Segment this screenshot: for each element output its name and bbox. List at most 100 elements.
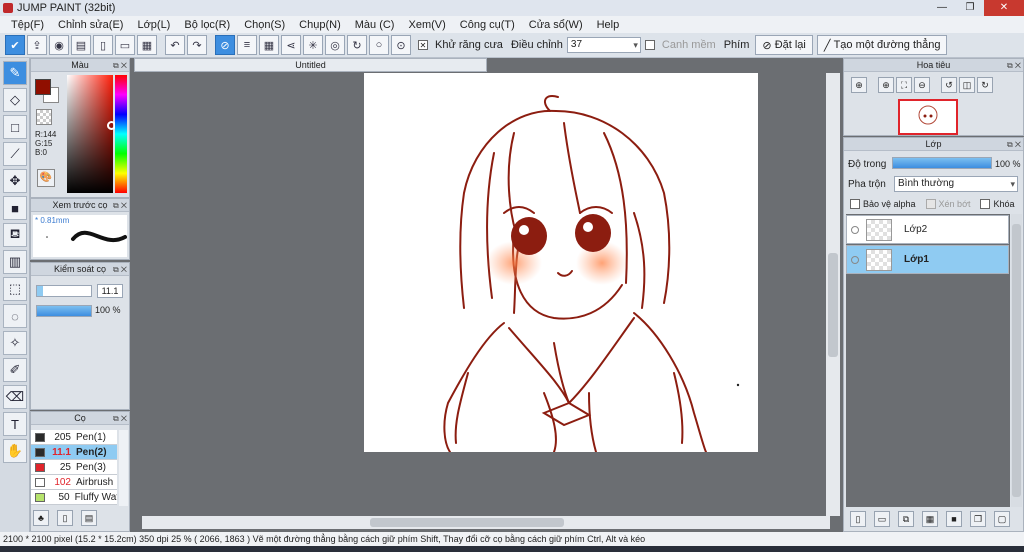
circle-icon[interactable]: ○ <box>369 35 389 55</box>
brush-tool-icon[interactable]: ✎ <box>3 61 27 85</box>
layer-scroll-thumb[interactable] <box>1012 224 1021 497</box>
delete-layer-icon[interactable]: ▢ <box>994 511 1010 527</box>
brush-size-slider[interactable] <box>36 285 92 297</box>
panel-buttons[interactable]: ⧉ ✕ <box>1007 59 1021 72</box>
menu-file[interactable]: Tệp(F) <box>4 19 51 31</box>
grid-settings-icon[interactable]: ▦ <box>137 35 157 55</box>
antialias-checkbox[interactable] <box>418 40 428 50</box>
smooth-checkbox[interactable] <box>644 40 655 50</box>
brush-item-pen3[interactable]: 25 Pen(3) <box>31 460 117 475</box>
line-tool-icon[interactable]: ⟋ <box>3 142 27 166</box>
hue-slider[interactable] <box>115 75 127 193</box>
settings-circle-icon[interactable]: ⊙ <box>391 35 411 55</box>
menu-help[interactable]: Help <box>590 19 627 31</box>
new-layer-folder-icon[interactable]: ▭ <box>874 511 890 527</box>
blend-mode-select[interactable]: Bình thường <box>894 176 1018 192</box>
minimize-icon[interactable]: — <box>928 0 956 16</box>
brush-item-airbrush[interactable]: 102 Airbrush <box>31 475 117 490</box>
panel-buttons[interactable]: ⧉ ✕ <box>113 199 127 212</box>
cloud-icon[interactable]: ✔ <box>5 35 25 55</box>
eraser-tool-icon[interactable]: ◇ <box>3 88 27 112</box>
lock-checkbox[interactable] <box>980 199 991 209</box>
layer-visibility-icon[interactable] <box>851 255 859 264</box>
navigator-thumbnail[interactable] <box>898 99 958 135</box>
canvas-vertical-scrollbar[interactable] <box>826 73 840 516</box>
saturation-value-box[interactable] <box>67 75 113 193</box>
copy-layer-icon[interactable]: ⧉ <box>898 511 914 527</box>
protect-alpha-checkbox[interactable] <box>850 199 860 209</box>
hand-tool-icon[interactable]: ✋ <box>3 439 27 463</box>
drawing-canvas[interactable] <box>364 73 758 452</box>
layer-opacity-slider[interactable] <box>892 157 992 169</box>
menu-select[interactable]: Chọn(S) <box>237 19 292 31</box>
rectangle-select-icon[interactable]: □ <box>3 115 27 139</box>
snap-off-icon[interactable]: ⊘ <box>215 35 235 55</box>
magic-wand-icon[interactable]: ✧ <box>3 331 27 355</box>
menu-edit[interactable]: Chỉnh sửa(E) <box>51 19 130 31</box>
canvas-horizontal-scrollbar[interactable] <box>142 516 830 529</box>
select-pen-icon[interactable]: ✐ <box>3 358 27 382</box>
reset-view-icon[interactable]: ◫ <box>959 77 975 93</box>
redo-icon[interactable]: ↷ <box>187 35 207 55</box>
new-layer-icon[interactable]: ▯ <box>850 511 866 527</box>
perspective-icon[interactable]: ⋖ <box>281 35 301 55</box>
close-icon[interactable]: ✕ <box>984 0 1024 16</box>
adjust-combo[interactable]: 37 <box>566 37 641 53</box>
brush-opacity-slider[interactable] <box>36 305 92 317</box>
marquee-icon[interactable]: ⬚ <box>3 277 27 301</box>
concentric-icon[interactable]: ◎ <box>325 35 345 55</box>
panel-buttons[interactable]: ⧉ ✕ <box>1007 138 1021 151</box>
main-color-swatch[interactable] <box>35 79 51 95</box>
new-brush-icon[interactable]: ▯ <box>57 510 73 526</box>
grid-snap-icon[interactable]: ▦ <box>259 35 279 55</box>
menu-color[interactable]: Màu (C) <box>348 19 402 31</box>
document-tab[interactable]: Untitled <box>134 58 487 72</box>
panel-buttons[interactable]: ⧉ ✕ <box>113 263 127 276</box>
menu-window[interactable]: Cửa sổ(W) <box>522 19 590 31</box>
layer-list-scrollbar[interactable] <box>1011 214 1022 507</box>
brush-tree-icon[interactable]: ♣ <box>33 510 49 526</box>
text-box-icon[interactable]: ▤ <box>71 35 91 55</box>
panel-buttons[interactable]: ⧉ ✕ <box>113 412 127 425</box>
move-tool-icon[interactable]: ✥ <box>3 169 27 193</box>
palette-icon[interactable]: 🎨 <box>37 169 55 187</box>
menu-capture[interactable]: Chụp(N) <box>292 19 348 31</box>
lasso-icon[interactable]: ◌ <box>3 304 27 328</box>
undo-icon[interactable]: ↶ <box>165 35 185 55</box>
menu-view[interactable]: Xem(V) <box>401 19 452 31</box>
text-tool-icon[interactable]: T <box>3 412 27 436</box>
zoom-in-icon[interactable]: ⊕ <box>878 77 894 93</box>
vertical-scroll-thumb[interactable] <box>828 253 838 357</box>
layer-row[interactable]: Lớp2 <box>846 215 1009 244</box>
page-icon[interactable]: ▭ <box>115 35 135 55</box>
maximize-icon[interactable]: ❐ <box>956 0 984 16</box>
horizontal-scroll-thumb[interactable] <box>370 518 564 527</box>
menu-tools[interactable]: Công cụ(T) <box>453 19 522 31</box>
layer-visibility-icon[interactable] <box>851 225 859 234</box>
brush-menu-icon[interactable]: ▤ <box>81 510 97 526</box>
rotate-left-icon[interactable]: ↺ <box>941 77 957 93</box>
transparent-swatch[interactable] <box>36 109 52 125</box>
brush-item-pen1[interactable]: 205 Pen(1) <box>31 430 117 445</box>
straight-line-button[interactable]: ╱ Tạo một đường thẳng <box>816 35 948 55</box>
layer-row[interactable]: Lớp1 <box>846 245 1009 274</box>
export-icon[interactable]: ⇪ <box>27 35 47 55</box>
fill-rect-icon[interactable]: ■ <box>3 196 27 220</box>
comment-icon[interactable]: ◉ <box>49 35 69 55</box>
rotate-right-icon[interactable]: ↻ <box>977 77 993 93</box>
brush-item-fluffy[interactable]: 50 Fluffy Wat <box>31 490 117 505</box>
radial-icon[interactable]: ✳ <box>303 35 323 55</box>
reset-button[interactable]: ⊘ Đặt lại <box>755 35 813 55</box>
duplicate-icon[interactable]: ❐ <box>970 511 986 527</box>
clip-checkbox[interactable] <box>925 199 936 209</box>
menu-layer[interactable]: Lớp(L) <box>130 19 177 31</box>
select-eraser-icon[interactable]: ⌫ <box>3 385 27 409</box>
folder-icon[interactable]: ■ <box>946 511 962 527</box>
bucket-icon[interactable]: ⛾ <box>3 223 27 247</box>
curve-icon[interactable]: ↻ <box>347 35 367 55</box>
fit-screen-icon[interactable]: ⛶ <box>896 77 912 93</box>
brush-list-scrollbar[interactable] <box>119 430 128 506</box>
gradient-icon[interactable]: ▥ <box>3 250 27 274</box>
panel-buttons[interactable]: ⧉ ✕ <box>113 59 127 72</box>
halftone-layer-icon[interactable]: ▦ <box>922 511 938 527</box>
